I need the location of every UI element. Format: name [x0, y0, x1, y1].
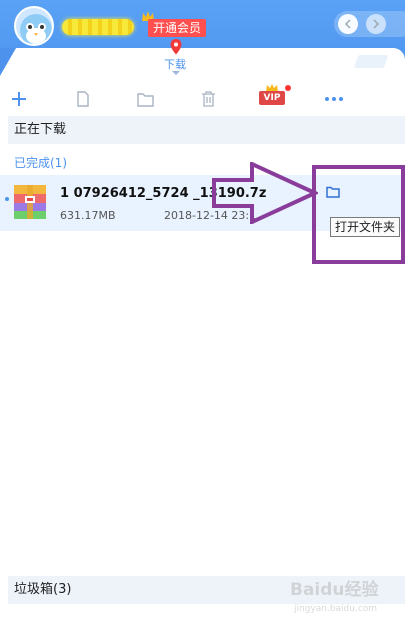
trash-icon — [201, 91, 215, 107]
chevron-left-icon — [344, 19, 351, 29]
tab-edge — [0, 48, 18, 78]
baidu-watermark: Baidu经验 jingyan.baidu.com — [290, 575, 402, 619]
tab-download[interactable]: 下载 — [164, 56, 186, 72]
forward-button[interactable] — [366, 14, 386, 34]
selection-dot — [5, 197, 9, 201]
archive-file-icon — [14, 185, 46, 219]
tab-strip — [0, 48, 405, 82]
more-button[interactable] — [323, 88, 345, 110]
folder-button[interactable] — [134, 88, 156, 110]
tab-caret-icon — [172, 71, 180, 75]
back-button[interactable] — [338, 14, 358, 34]
notification-dot — [285, 85, 291, 91]
secondary-tab[interactable] — [353, 55, 389, 68]
delete-button[interactable] — [197, 88, 219, 110]
toolbar: VIP — [0, 84, 405, 114]
location-pin-icon — [170, 39, 182, 55]
add-task-button[interactable] — [8, 88, 30, 110]
annotation-arrow — [212, 162, 318, 224]
file-size: 631.17MB — [60, 209, 116, 222]
username-redacted — [62, 19, 134, 35]
watermark-logo: Baidu经验 — [290, 580, 379, 600]
watermark-url: jingyan.baidu.com — [294, 604, 378, 614]
vip-membership-button[interactable]: 开通会员 — [148, 19, 207, 37]
section-completed[interactable]: 已完成(1) — [14, 154, 67, 171]
folder-icon — [136, 92, 154, 107]
new-file-button[interactable] — [72, 88, 94, 110]
section-downloading[interactable]: 正在下载 — [8, 116, 405, 144]
chevron-right-icon — [373, 19, 380, 29]
annotation-highlight-box — [312, 165, 405, 264]
plus-icon — [12, 92, 26, 106]
file-icon — [77, 91, 89, 107]
history-nav — [334, 11, 405, 37]
vip-badge-button[interactable]: VIP — [259, 91, 285, 105]
avatar[interactable] — [14, 6, 54, 46]
more-dots-icon — [325, 97, 343, 101]
